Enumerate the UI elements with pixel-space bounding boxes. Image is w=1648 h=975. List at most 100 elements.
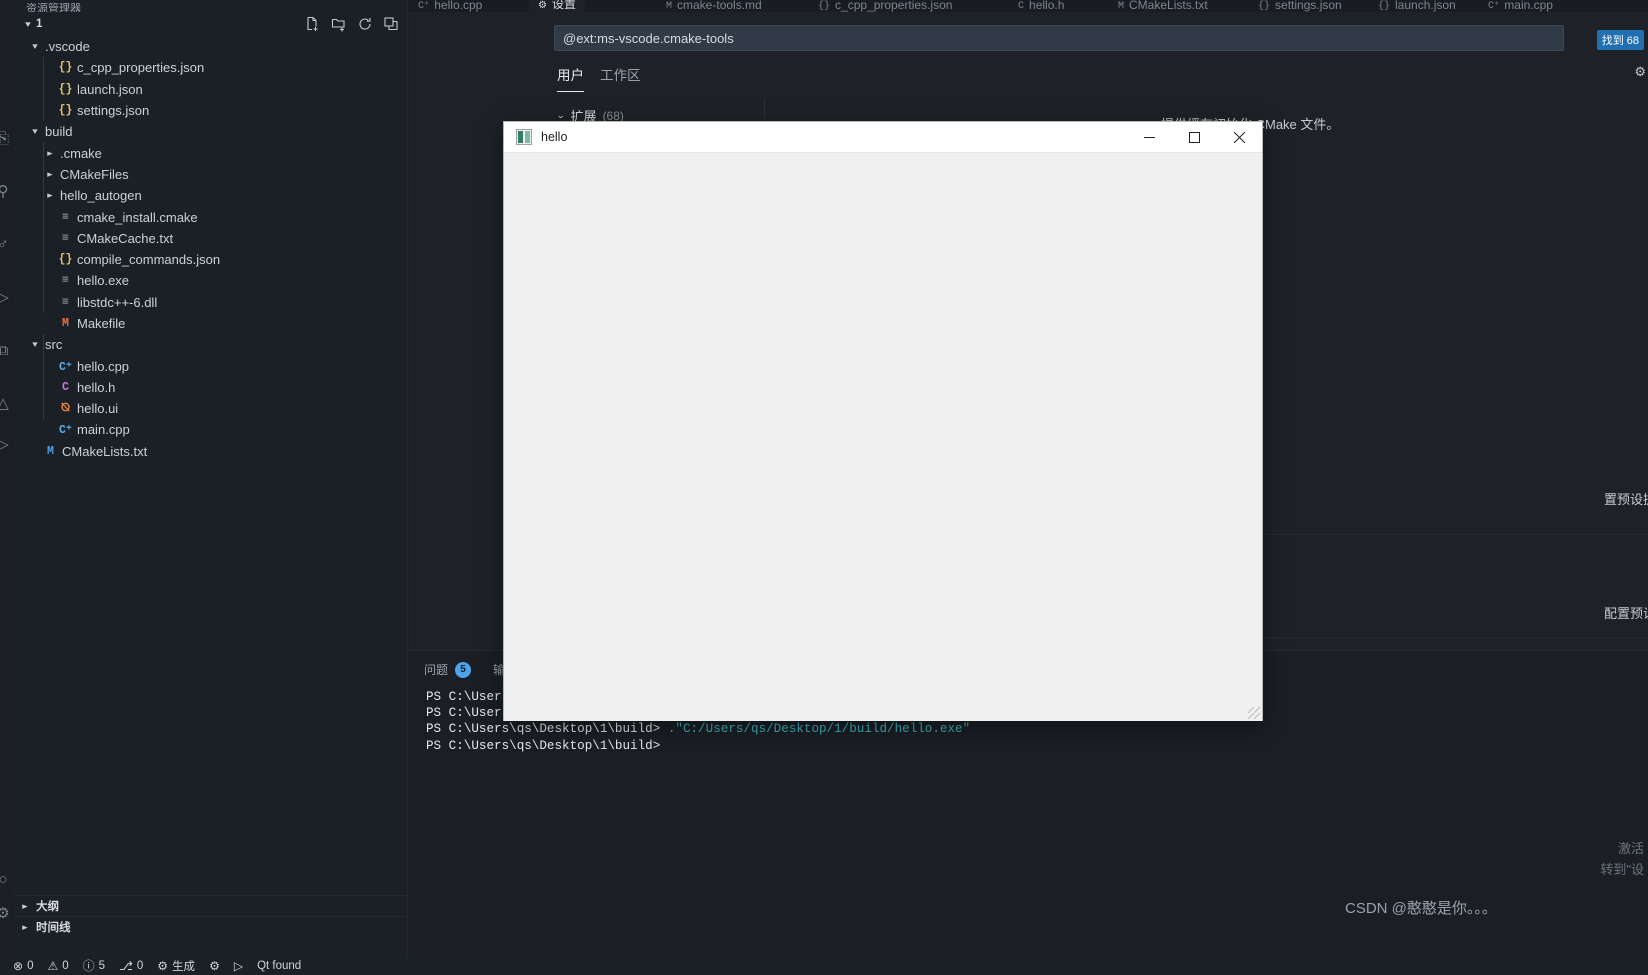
terminal-prompt: PS C:\Users\qs\Desktop\1\build> bbox=[426, 738, 661, 753]
file-type-icon: ≡ bbox=[62, 231, 69, 245]
tree-row-settings.json[interactable]: {} settings.json bbox=[14, 100, 407, 121]
file-type-icon: C bbox=[62, 380, 69, 394]
tree-row-cmakelists.txt[interactable]: M CMakeLists.txt bbox=[14, 441, 407, 462]
tree-row-build[interactable]: ▾ build bbox=[14, 121, 407, 142]
tree-row-c_cpp_properties.json[interactable]: {} c_cpp_properties.json bbox=[14, 57, 407, 78]
tree-row-hello.cpp[interactable]: C⁺ hello.cpp bbox=[14, 355, 407, 376]
tree-row-hello.h[interactable]: Chello.h bbox=[14, 377, 407, 398]
tree-row-cmakecache.txt[interactable]: ≡ CMakeCache.txt bbox=[14, 228, 407, 249]
chevron-right-icon: ▸ bbox=[22, 900, 28, 911]
panel-tab-problems[interactable]: 问题 5 bbox=[424, 661, 472, 678]
new-folder-icon[interactable] bbox=[331, 16, 347, 32]
tab-workspace[interactable]: 工作区 bbox=[600, 64, 641, 92]
tree-row-launch.json[interactable]: {} launch.json bbox=[14, 79, 407, 100]
setting-description: 配置预设提供的环境中。 bbox=[1604, 606, 1648, 621]
settings-gear-icon[interactable]: ⚙ bbox=[1634, 64, 1646, 80]
editor-tab-[interactable]: ⚙ 设置 bbox=[529, 0, 585, 12]
tab-label: 设置 bbox=[551, 0, 576, 11]
status-warnings[interactable]: ⚠ 0 bbox=[40, 956, 75, 975]
file-type-icon: ≡ bbox=[62, 295, 69, 309]
account-icon[interactable]: ○ bbox=[0, 869, 14, 891]
editor-tab-settings.json[interactable]: {} settings.json bbox=[1249, 0, 1351, 12]
source-control-icon[interactable]: ♂ bbox=[0, 234, 14, 256]
tree-row-.vscode[interactable]: ▾ .vscode bbox=[14, 36, 407, 57]
minimize-icon[interactable] bbox=[1127, 122, 1172, 153]
refresh-icon[interactable] bbox=[357, 16, 373, 32]
resize-grip[interactable] bbox=[1248, 707, 1260, 719]
explorer-icon[interactable]: ⎘ bbox=[0, 128, 14, 150]
sidebar-title: 资源管理器 bbox=[26, 3, 81, 12]
tree-row-hello.exe[interactable]: ≡ hello.exe bbox=[14, 270, 407, 291]
build-button-icon: ⚙ bbox=[157, 958, 169, 973]
hello-app-window[interactable]: hello bbox=[503, 121, 1263, 721]
new-file-icon[interactable] bbox=[305, 16, 321, 32]
editor-tab-cmakelists.txt[interactable]: M CMakeLists.txt bbox=[1109, 0, 1217, 12]
search-icon[interactable]: ⚲ bbox=[0, 181, 14, 203]
file-type-icon: {} bbox=[58, 61, 73, 75]
tree-row-compile_commands.json[interactable]: {} compile_commands.json bbox=[14, 249, 407, 270]
cmake-icon[interactable]: △ bbox=[0, 393, 14, 415]
tree-row-label: compile_commands.json bbox=[77, 252, 221, 268]
tree-row-cmake_install.cmake[interactable]: ≡ cmake_install.cmake bbox=[14, 206, 407, 227]
problems-badge: 5 bbox=[455, 661, 472, 678]
file-type-icon: ⦰ bbox=[60, 402, 71, 416]
editor-tab-main.cpp[interactable]: C⁺ main.cpp bbox=[1479, 0, 1562, 12]
tab-file-icon: ⚙ bbox=[538, 1, 547, 12]
settings-search-input[interactable]: @ext:ms-vscode.cmake-tools bbox=[554, 25, 1564, 51]
errors-warnings-icon: ⊗ bbox=[13, 958, 24, 973]
tree-row-cmakefiles[interactable]: ▸ CMakeFiles bbox=[14, 164, 407, 185]
file-tree[interactable]: ▾ .vscode {} c_cpp_properties.json {} launch.… bbox=[14, 36, 407, 856]
chevron-down-icon: ▾ bbox=[25, 18, 31, 29]
editor-tab-hello.cpp[interactable]: C⁺ hello.cpp bbox=[409, 0, 491, 12]
editor-tab-launch.json[interactable]: {} launch.json bbox=[1369, 0, 1465, 12]
status-build-button[interactable]: ⚙ 生成 bbox=[150, 956, 202, 975]
hello-titlebar[interactable]: hello bbox=[504, 122, 1262, 153]
activate-line-2: 转到"设 bbox=[1600, 862, 1644, 877]
errors-warnings-label: 0 bbox=[27, 959, 34, 972]
tree-row-label: main.cpp bbox=[77, 422, 130, 438]
tab-label: c_cpp_properties.json bbox=[835, 0, 953, 12]
tree-row-libstdc++-6.dll[interactable]: ≡ libstdc++-6.dll bbox=[14, 292, 407, 313]
sidebar-section-outline[interactable]: ▸ 大纲 bbox=[14, 895, 407, 916]
tree-row-main.cpp[interactable]: C⁺ main.cpp bbox=[14, 419, 407, 440]
status-qt-status[interactable]: Qt found bbox=[250, 956, 308, 975]
tree-row-makefile[interactable]: M Makefile bbox=[14, 313, 407, 334]
settings-found-badge: 找到 68 bbox=[1596, 30, 1644, 50]
activity-bar: ⎘ ⚲ ♂ ▷ ⧉ △ ▷ ○ ⚙ bbox=[0, 0, 14, 956]
ports-label: 0 bbox=[136, 959, 144, 972]
tree-row-.cmake[interactable]: ▸ .cmake bbox=[14, 142, 407, 163]
status-errors-warnings[interactable]: ⊗ 0 bbox=[6, 956, 40, 975]
status-infos[interactable]: ⓘ 5 bbox=[76, 956, 112, 975]
tree-row-src[interactable]: ▾ src bbox=[14, 334, 407, 355]
editor-tab-hello.h[interactable]: Chello.h bbox=[1009, 0, 1073, 12]
tree-row-label: libstdc++-6.dll bbox=[77, 294, 158, 310]
csdn-watermark: CSDN @憨憨是你。。。 bbox=[1345, 900, 1497, 917]
collapse-all-icon[interactable] bbox=[383, 16, 399, 32]
tab-user[interactable]: 用户 bbox=[557, 64, 584, 92]
tab-file-icon: M bbox=[666, 1, 673, 12]
status-debug-target[interactable]: ⚙ bbox=[202, 956, 227, 975]
timeline-label: 时间线 bbox=[36, 922, 71, 934]
testing-icon[interactable]: ▷ bbox=[0, 434, 14, 456]
panel-tab-problems-label: 问题 bbox=[424, 663, 449, 677]
editor-tab-c_cpp_properties.json[interactable]: {} c_cpp_properties.json bbox=[809, 0, 961, 12]
tree-row-hello.ui[interactable]: ⦰ hello.ui bbox=[14, 398, 407, 419]
sidebar-section-timeline[interactable]: ▸ 时间线 bbox=[14, 916, 407, 937]
run-debug-icon[interactable]: ▷ bbox=[0, 287, 14, 309]
hello-window-title: hello bbox=[541, 130, 568, 144]
status-launch-target[interactable]: ▷ bbox=[227, 956, 250, 975]
extensions-icon[interactable]: ⧉ bbox=[0, 340, 14, 362]
close-icon[interactable] bbox=[1217, 122, 1262, 153]
tab-file-icon: {} bbox=[1378, 1, 1391, 12]
tab-label: hello.h bbox=[1029, 0, 1065, 12]
tab-file-icon: {} bbox=[1258, 1, 1271, 12]
tree-row-label: hello.cpp bbox=[77, 358, 130, 374]
indent-guide bbox=[43, 142, 44, 313]
explorer-root-header[interactable]: ▾ 1 bbox=[14, 12, 407, 36]
status-ports[interactable]: ⎇ 0 bbox=[112, 956, 150, 975]
tree-row-hello_autogen[interactable]: ▸ hello_autogen bbox=[14, 185, 407, 206]
maximize-icon[interactable] bbox=[1172, 122, 1217, 153]
chevron-right-icon: ▸ bbox=[47, 190, 53, 201]
outline-label: 大纲 bbox=[36, 901, 59, 913]
editor-tab-cmake-tools.md[interactable]: Mcmake-tools.md bbox=[657, 0, 771, 12]
